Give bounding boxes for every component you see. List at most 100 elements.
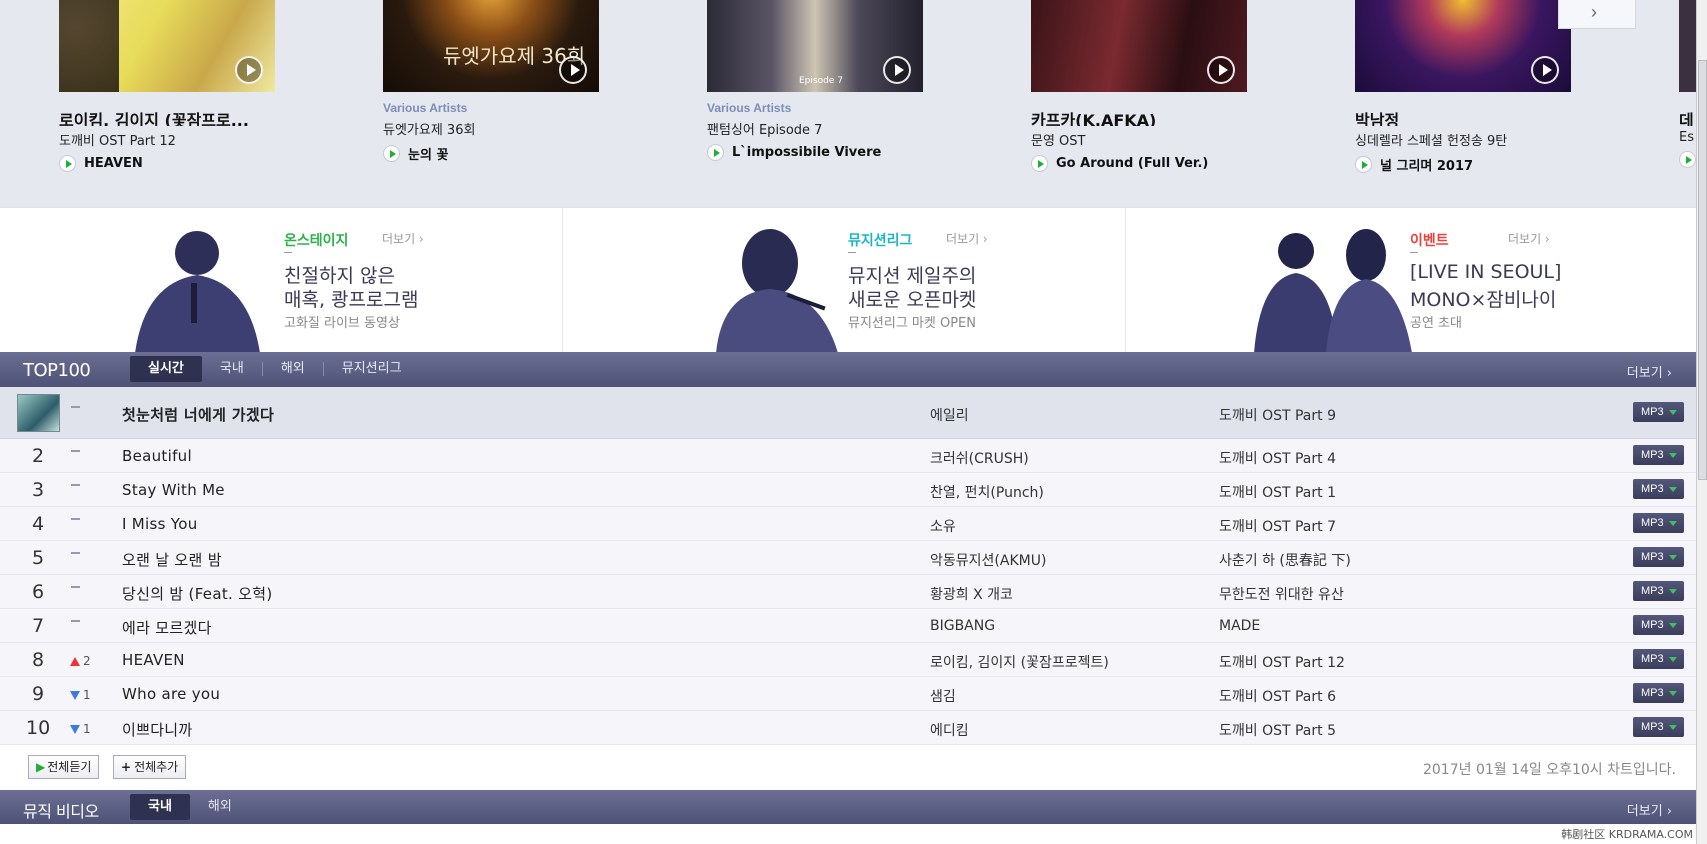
album-title[interactable]: 도깨비 OST Part 12 [59, 130, 299, 149]
tab-overseas[interactable]: 해외 [263, 356, 323, 382]
vertical-scrollbar[interactable] [1696, 0, 1707, 844]
album-track[interactable]: 눈의 꽃 [383, 144, 623, 163]
mp3-button[interactable]: MP3 [1633, 479, 1684, 499]
song-artist[interactable]: 찬열, 펀치(Punch) [930, 482, 1044, 502]
song-album[interactable]: 도깨비 OST Part 4 [1219, 448, 1336, 468]
mp3-button[interactable]: MP3 [1633, 547, 1684, 567]
song-artist[interactable]: BIGBANG [930, 618, 995, 634]
mp3-button[interactable]: MP3 [1633, 402, 1684, 422]
album-cover[interactable] [59, 0, 275, 92]
banner-headline[interactable]: 뮤지션 제일주의 [848, 261, 976, 288]
song-album[interactable]: 도깨비 OST Part 12 [1219, 652, 1345, 672]
song-artist[interactable]: 샘김 [930, 686, 956, 706]
album-title[interactable]: 싱데렐라 스페셜 헌정송 9탄 [1355, 130, 1595, 149]
song-artist[interactable]: 악동뮤지션(AKMU) [930, 550, 1046, 570]
tab-realtime[interactable]: 실시간 [130, 356, 202, 382]
song-album[interactable]: 도깨비 OST Part 1 [1219, 482, 1336, 502]
song-album[interactable]: 도깨비 OST Part 5 [1219, 720, 1336, 740]
album-track[interactable]: Go Around (Full Ver.) [1031, 155, 1271, 172]
album-thumbnail[interactable] [17, 394, 60, 432]
play-icon[interactable] [883, 56, 911, 84]
tab-mv-domestic[interactable]: 국내 [130, 794, 190, 820]
album-cover[interactable]: Episode 7 [707, 0, 923, 92]
carousel-next-button[interactable]: › [1558, 0, 1636, 29]
add-all-button[interactable]: + 전체추가 [113, 755, 187, 779]
album-artist[interactable]: 박남정 [1355, 107, 1595, 126]
chart-row[interactable]: 7 에라 모르겠다 BIGBANG MADE MP3 [0, 609, 1696, 643]
song-album[interactable]: 도깨비 OST Part 6 [1219, 686, 1336, 706]
chart-row[interactable]: 6 당신의 밤 (Feat. 오혁) 황광희 X 개코 무한도전 위대한 유산 … [0, 575, 1696, 609]
play-icon[interactable] [1207, 56, 1235, 84]
tab-musicianleague[interactable]: 뮤지션리그 [324, 356, 420, 382]
banner-headline-2[interactable]: MONO×잠비나이 [1410, 285, 1556, 312]
album-title[interactable]: 듀엣가요제 36회 [383, 119, 623, 138]
banner-more-link[interactable]: 더보기 › [1508, 230, 1550, 247]
play-icon[interactable] [1355, 156, 1372, 173]
song-title[interactable]: 에라 모르겠다 [122, 617, 212, 638]
banner-headline[interactable]: [LIVE IN SEOUL] [1410, 261, 1561, 283]
mp3-button[interactable]: MP3 [1633, 683, 1684, 703]
song-album[interactable]: 무한도전 위대한 유산 [1219, 584, 1344, 604]
chart-row[interactable]: 3 Stay With Me 찬열, 펀치(Punch) 도깨비 OST Par… [0, 473, 1696, 507]
album-card[interactable]: 로이킴, 김이지 (꽃잠프로... 도깨비 OST Part 12 HEAVEN [59, 0, 299, 172]
album-track[interactable]: HEAVEN [59, 155, 299, 172]
play-icon[interactable] [383, 145, 400, 162]
song-artist[interactable]: 에일리 [930, 405, 969, 425]
album-title[interactable]: 팬텀싱어 Episode 7 [707, 119, 947, 138]
album-track[interactable]: 널 그리며 2017 [1355, 155, 1595, 174]
song-title[interactable]: Stay With Me [122, 481, 225, 499]
album-cover[interactable] [1031, 0, 1247, 92]
banner-more-link[interactable]: 더보기 › [946, 230, 988, 247]
album-artist[interactable]: 카프카(K.AFKA) [1031, 107, 1271, 126]
mp3-button[interactable]: MP3 [1633, 581, 1684, 601]
song-artist[interactable]: 로이킴, 김이지 (꽃잠프로젝트) [930, 652, 1109, 672]
tab-domestic[interactable]: 국내 [202, 356, 262, 382]
banner-headline-2[interactable]: 새로운 오픈마켓 [848, 285, 976, 312]
chart-row[interactable]: 10 1 이쁘다니까 에디킴 도깨비 OST Part 5 MP3 [0, 711, 1696, 745]
mp3-button[interactable]: MP3 [1633, 649, 1684, 669]
mp3-button[interactable]: MP3 [1633, 445, 1684, 465]
chart-row[interactable]: 9 1 Who are you 샘김 도깨비 OST Part 6 MP3 [0, 677, 1696, 711]
chart-row[interactable]: 5 오랜 날 오랜 밤 악동뮤지션(AKMU) 사춘기 하 (思春記 下) MP… [0, 541, 1696, 575]
play-icon[interactable] [235, 56, 263, 84]
play-icon[interactable] [1679, 151, 1696, 168]
album-card[interactable]: 듀엣가요제 36회 Various Artists 듀엣가요제 36회 눈의 꽃 [383, 0, 623, 163]
song-album[interactable]: 사춘기 하 (思春記 下) [1219, 550, 1351, 570]
scrollbar-thumb[interactable] [1698, 60, 1707, 480]
banner-musicianleague[interactable]: 뮤지션리그 더보기 › 뮤지션 제일주의 새로운 오픈마켓 뮤지션리그 마켓 O… [563, 208, 1126, 353]
mp3-button[interactable]: MP3 [1633, 717, 1684, 737]
play-icon[interactable] [1531, 56, 1559, 84]
song-title[interactable]: Beautiful [122, 447, 192, 465]
album-artist-small[interactable]: Various Artists [383, 101, 623, 115]
banner-headline-2[interactable]: 매혹, 쾅프로그램 [284, 285, 418, 312]
music-video-more-link[interactable]: 더보기 › [1627, 800, 1672, 819]
banner-category[interactable]: 뮤지션리그 [848, 230, 912, 253]
song-title[interactable]: I Miss You [122, 515, 198, 533]
album-card[interactable]: 카프카(K.AFKA) 문영 OST Go Around (Full Ver.) [1031, 0, 1271, 172]
album-artist[interactable]: 로이킴, 김이지 (꽃잠프로... [59, 107, 299, 126]
top100-more-link[interactable]: 더보기 › [1627, 362, 1672, 381]
play-icon[interactable] [1031, 155, 1048, 172]
album-cover[interactable]: 듀엣가요제 36회 [383, 0, 599, 92]
chart-row[interactable]: 8 2 HEAVEN 로이킴, 김이지 (꽃잠프로젝트) 도깨비 OST Par… [0, 643, 1696, 677]
album-card[interactable]: Episode 7 Various Artists 팬텀싱어 Episode 7… [707, 0, 947, 161]
song-title[interactable]: 첫눈처럼 너에게 가겠다 [122, 404, 274, 425]
banner-category[interactable]: 온스테이지 [284, 230, 348, 253]
album-artist-small[interactable]: Various Artists [707, 101, 947, 115]
banner-headline[interactable]: 친절하지 않은 [284, 261, 395, 288]
album-track[interactable]: L`impossibile Vivere [707, 144, 947, 161]
song-title[interactable]: 오랜 날 오랜 밤 [122, 549, 222, 570]
tab-mv-overseas[interactable]: 해외 [190, 794, 250, 820]
mp3-button[interactable]: MP3 [1633, 513, 1684, 533]
chart-row[interactable]: 첫눈처럼 너에게 가겠다 에일리 도깨비 OST Part 9 MP3 [0, 387, 1696, 439]
song-title[interactable]: 당신의 밤 (Feat. 오혁) [122, 583, 273, 604]
song-album[interactable]: 도깨비 OST Part 9 [1219, 405, 1336, 425]
song-title[interactable]: HEAVEN [122, 651, 185, 669]
song-artist[interactable]: 황광희 X 개코 [930, 584, 1013, 604]
play-icon[interactable] [707, 144, 724, 161]
mp3-button[interactable]: MP3 [1633, 615, 1684, 635]
banner-more-link[interactable]: 더보기 › [382, 230, 424, 247]
song-artist[interactable]: 크러쉬(CRUSH) [930, 448, 1029, 468]
play-all-button[interactable]: ▶ 전체듣기 [28, 755, 100, 779]
play-icon[interactable] [59, 155, 76, 172]
